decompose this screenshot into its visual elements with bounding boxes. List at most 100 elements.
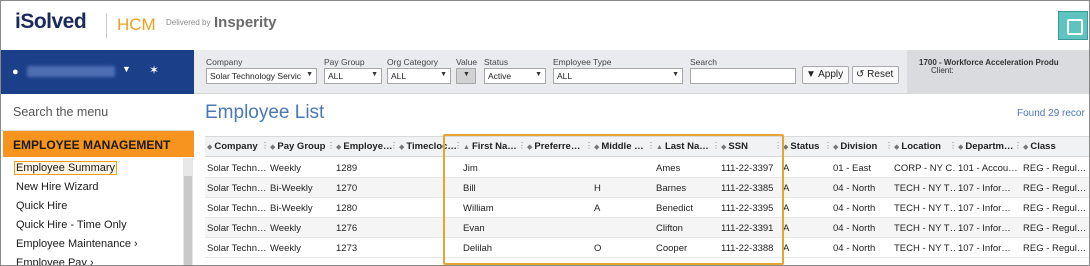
column-header-label: Pay Group bbox=[277, 141, 326, 152]
column-header[interactable]: ◆ Division bbox=[833, 141, 877, 152]
column-header[interactable]: ◆ Middle … bbox=[594, 141, 644, 152]
column-menu-icon[interactable]: ⋮ bbox=[327, 141, 335, 150]
employee-type-select[interactable]: ALL ▼ bbox=[553, 68, 683, 84]
column-menu-icon[interactable]: ⋮ bbox=[585, 141, 593, 150]
company-select[interactable]: Solar Technology Servic ▼ bbox=[206, 68, 317, 84]
search-input[interactable] bbox=[690, 68, 796, 84]
status-value: Active bbox=[488, 71, 512, 81]
column-menu-icon[interactable]: ⋮ bbox=[949, 141, 957, 150]
column-header[interactable]: ◆ Timecloc… bbox=[399, 141, 457, 152]
employee-table: ◆ Company ⋮ ◆ Pay Group ⋮ ◆ Employe… ⋮ ◆ Timecloc…… bbox=[205, 136, 1089, 265]
table-cell: 04 - North bbox=[833, 223, 876, 234]
chevron-down-icon[interactable]: ▼ bbox=[122, 64, 131, 74]
table-cell: 1289 bbox=[336, 163, 358, 174]
sort-icon[interactable]: ◆ bbox=[594, 144, 599, 151]
pin-icon[interactable]: ✶ bbox=[149, 63, 159, 77]
column-header[interactable]: ▲ First Na… bbox=[463, 141, 517, 152]
search-label: Search bbox=[690, 57, 717, 67]
column-header[interactable]: ◆ Preferre… bbox=[527, 141, 580, 152]
table-cell: 111-22-3385 bbox=[721, 183, 774, 194]
filter-bar: Company Solar Technology Servic ▼ Pay Gr… bbox=[194, 50, 1089, 94]
column-header-label: Status bbox=[790, 141, 820, 152]
table-cell: A bbox=[783, 203, 790, 214]
sort-icon[interactable]: ◆ bbox=[783, 144, 788, 151]
column-menu-icon[interactable]: ⋮ bbox=[885, 141, 893, 150]
table-cell: Bi-Weekly bbox=[270, 203, 313, 214]
sort-icon[interactable]: ◆ bbox=[207, 144, 212, 151]
scrollbar-thumb[interactable] bbox=[184, 176, 192, 265]
table-row[interactable]: Solar Techn… Bi-Weekly 1270 Bill H Barnes 111-… bbox=[205, 178, 1089, 198]
column-header-label: Division bbox=[840, 141, 878, 152]
user-name-blurred[interactable] bbox=[27, 66, 115, 77]
app-icon[interactable] bbox=[1058, 11, 1088, 40]
column-menu-icon[interactable]: ⋮ bbox=[647, 141, 655, 150]
sort-icon[interactable]: ◆ bbox=[721, 144, 726, 151]
table-header: ◆ Company ⋮ ◆ Pay Group ⋮ ◆ Employe… ⋮ ◆ Timecloc…… bbox=[205, 137, 1089, 157]
sidebar-item-employee-summary[interactable]: Employee Summary bbox=[13, 161, 118, 175]
column-menu-icon[interactable]: ⋮ bbox=[454, 141, 462, 150]
column-menu-icon[interactable]: ⋮ bbox=[1014, 141, 1022, 150]
sidebar-item-employee-pay[interactable]: Employee Pay › bbox=[16, 257, 94, 265]
status-select[interactable]: Active ▼ bbox=[484, 68, 546, 84]
org-category-select[interactable]: ALL ▼ bbox=[387, 68, 451, 84]
sidebar-item-new-hire-wizard[interactable]: New Hire Wizard bbox=[16, 181, 99, 193]
menu-search-placeholder: Search the menu bbox=[13, 105, 109, 119]
table-cell: 111-22-3395 bbox=[721, 203, 774, 214]
column-menu-icon[interactable]: ⋮ bbox=[390, 141, 398, 150]
table-cell: TECH - NY T… bbox=[894, 203, 956, 214]
column-menu-icon[interactable]: ⋮ bbox=[712, 141, 720, 150]
column-header[interactable]: ◆ Pay Group bbox=[270, 141, 325, 152]
chevron-down-icon: ▼ bbox=[535, 71, 542, 78]
column-header[interactable]: ◆ Departm… bbox=[958, 141, 1013, 152]
client-prefix: Client: bbox=[931, 66, 954, 75]
sidebar-scrollbar[interactable] bbox=[183, 158, 193, 265]
pay-group-value: ALL bbox=[328, 71, 344, 81]
column-header[interactable]: ◆ Class bbox=[1023, 141, 1056, 152]
table-cell: Cooper bbox=[656, 243, 688, 254]
column-menu-icon[interactable]: ⋮ bbox=[261, 141, 269, 150]
table-row[interactable]: Solar Techn… Weekly 1273 Delilah O Cooper 111-… bbox=[205, 238, 1089, 258]
column-menu-icon[interactable]: ⋮ bbox=[824, 141, 832, 150]
column-header[interactable]: ◆ SSN bbox=[721, 141, 748, 152]
table-cell: 107 - Infor… bbox=[958, 183, 1011, 194]
column-header[interactable]: ◆ Location bbox=[894, 141, 941, 152]
column-header[interactable]: ◆ Status bbox=[783, 141, 819, 152]
value-select[interactable]: ▼ bbox=[456, 68, 476, 84]
isolved-logo[interactable]: iSolved bbox=[15, 10, 87, 34]
column-menu-icon[interactable]: ⋮ bbox=[518, 141, 526, 150]
table-row[interactable]: Solar Techn… Bi-Weekly 1280 William A Benedic… bbox=[205, 198, 1089, 218]
column-header-label: Class bbox=[1030, 141, 1056, 152]
table-cell: 1273 bbox=[336, 243, 358, 254]
chevron-down-icon: ▼ bbox=[440, 71, 447, 78]
sort-icon[interactable]: ◆ bbox=[527, 144, 532, 151]
sort-icon[interactable]: ◆ bbox=[1023, 144, 1028, 151]
reset-button[interactable]: ↺ Reset bbox=[852, 66, 899, 84]
table-row[interactable]: Solar Techn… Weekly 1289 Jim Ames 111-22-3397… bbox=[205, 158, 1089, 178]
sidebar-item-employee-maintenance[interactable]: Employee Maintenance › bbox=[16, 238, 138, 250]
sort-icon[interactable]: ▲ bbox=[463, 144, 470, 151]
menu-search[interactable]: Search the menu bbox=[1, 94, 194, 131]
sidebar-item-quick-hire-time-only[interactable]: Quick Hire - Time Only bbox=[16, 219, 127, 231]
table-cell: 111-22-3397 bbox=[721, 163, 774, 174]
pay-group-select[interactable]: ALL ▼ bbox=[324, 68, 382, 84]
column-header[interactable]: ◆ Company bbox=[207, 141, 258, 152]
pay-group-label: Pay Group bbox=[324, 57, 365, 67]
column-header[interactable]: ◆ Employe… bbox=[336, 141, 393, 152]
table-cell: H bbox=[594, 183, 601, 194]
column-header[interactable]: ▲ Last Na… bbox=[656, 141, 709, 152]
sort-icon[interactable]: ◆ bbox=[270, 144, 275, 151]
sort-icon[interactable]: ◆ bbox=[894, 144, 899, 151]
sort-icon[interactable]: ◆ bbox=[958, 144, 963, 151]
table-cell: 1280 bbox=[336, 203, 358, 214]
sort-icon[interactable]: ◆ bbox=[399, 144, 404, 151]
apply-button[interactable]: ▼ Apply bbox=[802, 66, 849, 84]
table-row[interactable]: Solar Techn… Weekly 1276 Evan Clifton 111-22-… bbox=[205, 218, 1089, 238]
section-employee-management[interactable]: EMPLOYEE MANAGEMENT bbox=[3, 131, 194, 157]
chevron-down-icon: ▼ bbox=[306, 71, 313, 78]
sort-icon[interactable]: ▲ bbox=[656, 144, 663, 151]
sort-icon[interactable]: ◆ bbox=[833, 144, 838, 151]
column-menu-icon[interactable]: ⋮ bbox=[774, 141, 782, 150]
sidebar-item-quick-hire[interactable]: Quick Hire bbox=[16, 200, 67, 212]
sort-icon[interactable]: ◆ bbox=[336, 144, 341, 151]
section-label: EMPLOYEE MANAGEMENT bbox=[13, 138, 171, 152]
